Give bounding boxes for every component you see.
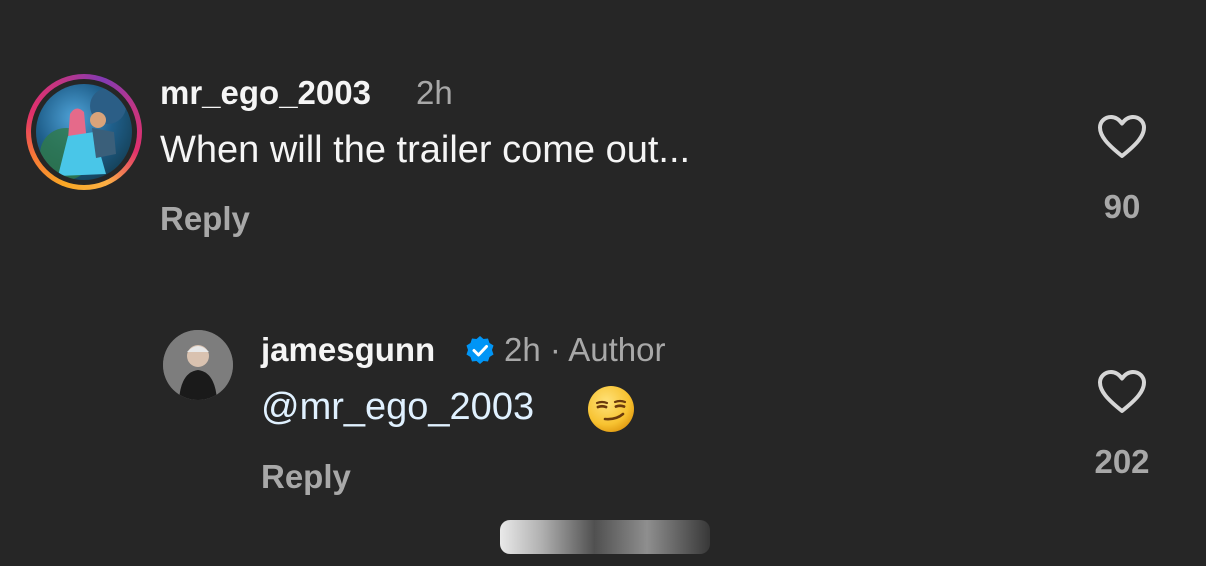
heart-outline-icon[interactable] [1097, 114, 1147, 160]
mention-link[interactable]: @mr_ego_2003 [261, 386, 534, 429]
comment-text: When will the trailer come out... [160, 129, 691, 171]
avatar-image [36, 84, 132, 180]
comments-screen: mr_ego_2003 2h When will the trailer com… [0, 0, 1206, 566]
like-count: 90 [1103, 188, 1141, 225]
verified-badge-icon [466, 336, 494, 364]
comment-username[interactable]: mr_ego_2003 [160, 74, 371, 112]
comment-timestamp: 2h [416, 74, 453, 111]
comment-username[interactable]: jamesgunn [261, 331, 435, 369]
story-ring-avatar-mr-ego[interactable] [26, 74, 142, 190]
reply-button[interactable]: Reply [261, 458, 351, 496]
heart-outline-icon[interactable] [1097, 369, 1147, 415]
smirking-face-emoji [588, 386, 634, 432]
avatar-jamesgunn[interactable] [163, 330, 233, 400]
like-count: 202 [1094, 443, 1150, 480]
comment-meta: 2h · Author [504, 331, 666, 368]
reply-button[interactable]: Reply [160, 200, 250, 238]
scroll-indicator [500, 520, 710, 554]
